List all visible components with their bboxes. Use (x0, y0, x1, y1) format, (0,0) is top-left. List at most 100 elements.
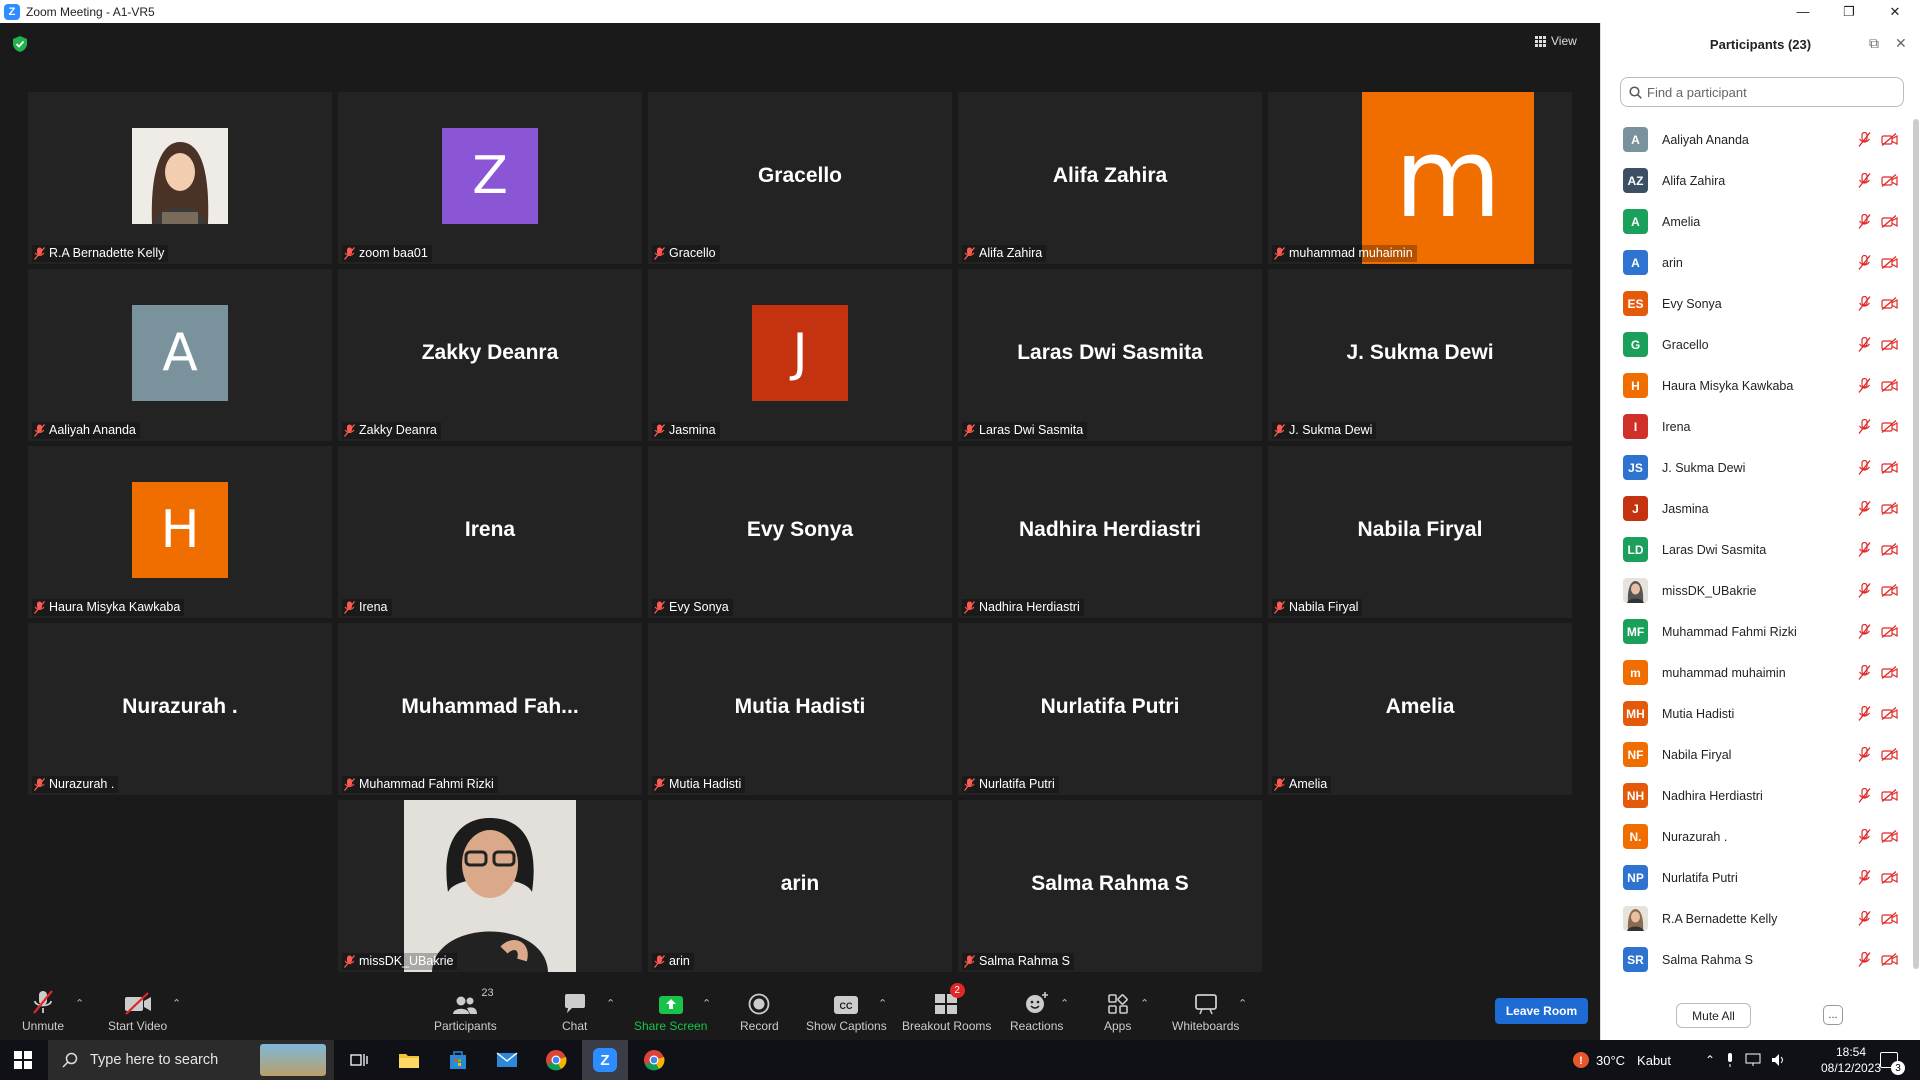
microphone-tray-icon[interactable] (1725, 1052, 1735, 1068)
participant-mic-muted-icon[interactable] (1858, 706, 1871, 721)
participant-video-tile[interactable]: Zzoom baa01 (338, 92, 642, 264)
participant-mic-muted-icon[interactable] (1858, 583, 1871, 598)
taskbar-search-box[interactable]: Type here to search (48, 1040, 334, 1080)
tray-chevron-up-icon[interactable]: ⌃ (1705, 1053, 1715, 1067)
view-button[interactable]: View (1535, 34, 1577, 48)
taskbar-chrome-2[interactable] (631, 1040, 677, 1080)
participant-video-tile[interactable]: Gracello Gracello (648, 92, 952, 264)
share-caret-icon[interactable]: ⌃ (702, 997, 711, 1010)
windows-start-button[interactable] (0, 1040, 46, 1080)
participant-video-tile[interactable]: Nurlatifa Putri Nurlatifa Putri (958, 623, 1262, 795)
minimize-button[interactable]: — (1780, 0, 1826, 23)
volume-icon[interactable] (1771, 1053, 1787, 1067)
mute-all-button[interactable]: Mute All (1676, 1003, 1751, 1028)
participant-row[interactable]: JS J. Sukma Dewi (1601, 447, 1913, 488)
start-video-button[interactable]: Start Video (108, 989, 167, 1033)
audio-options-caret-icon[interactable]: ⌃ (75, 997, 84, 1010)
breakout-rooms-button[interactable]: 2 Breakout Rooms (902, 983, 991, 1033)
chat-button[interactable]: Chat (562, 989, 587, 1033)
participant-row[interactable]: NF Nabila Firyal (1601, 734, 1913, 775)
unmute-button[interactable]: Unmute (22, 989, 64, 1033)
record-button[interactable]: Record (740, 989, 779, 1033)
participant-mic-muted-icon[interactable] (1858, 829, 1871, 844)
reactions-button[interactable]: Reactions (1010, 989, 1063, 1033)
participant-row[interactable]: NP Nurlatifa Putri (1601, 857, 1913, 898)
participant-video-tile[interactable]: Laras Dwi Sasmita Laras Dwi Sasmita (958, 269, 1262, 441)
whiteboards-button[interactable]: Whiteboards (1172, 989, 1239, 1033)
participant-video-tile[interactable]: J. Sukma Dewi J. Sukma Dewi (1268, 269, 1572, 441)
participant-mic-muted-icon[interactable] (1858, 501, 1871, 516)
participant-row[interactable]: missDK_UBakrie (1601, 570, 1913, 611)
participant-row[interactable]: MF Muhammad Fahmi Rizki (1601, 611, 1913, 652)
participant-mic-muted-icon[interactable] (1858, 296, 1871, 311)
taskbar-zoom[interactable]: Z (582, 1040, 628, 1080)
participant-video-tile[interactable]: H Haura Misyka Kawkaba (28, 446, 332, 618)
participant-mic-muted-icon[interactable] (1858, 337, 1871, 352)
apps-button[interactable]: Apps (1104, 989, 1131, 1033)
participant-video-tile[interactable]: Alifa Zahira Alifa Zahira (958, 92, 1262, 264)
participant-row[interactable]: N. Nurazurah . (1601, 816, 1913, 857)
participant-row[interactable]: ES Evy Sonya (1601, 283, 1913, 324)
participant-row[interactable]: I Irena (1601, 406, 1913, 447)
participant-mic-muted-icon[interactable] (1858, 173, 1871, 188)
participant-video-tile[interactable]: Amelia Amelia (1268, 623, 1572, 795)
participant-mic-muted-icon[interactable] (1858, 870, 1871, 885)
taskbar-chrome[interactable] (533, 1040, 579, 1080)
participant-mic-muted-icon[interactable] (1858, 788, 1871, 803)
apps-caret-icon[interactable]: ⌃ (1140, 997, 1149, 1010)
participant-row[interactable]: LD Laras Dwi Sasmita (1601, 529, 1913, 570)
participant-search-input[interactable] (1647, 84, 1887, 100)
participant-video-tile[interactable]: Salma Rahma S Salma Rahma S (958, 800, 1262, 972)
weather-widget[interactable]: ! 30°C Kabut (1572, 1040, 1671, 1080)
participant-video-tile[interactable]: J Jasmina (648, 269, 952, 441)
participant-video-tile[interactable]: Nadhira Herdiastri Nadhira Herdiastri (958, 446, 1262, 618)
taskbar-clock[interactable]: 18:54 08/12/2023 (1818, 1044, 1884, 1076)
participant-search[interactable] (1620, 77, 1904, 107)
taskbar-store[interactable] (435, 1040, 481, 1080)
participant-mic-muted-icon[interactable] (1858, 255, 1871, 270)
task-view-button[interactable] (336, 1040, 382, 1080)
participant-row[interactable]: A Aaliyah Ananda (1601, 119, 1913, 160)
participant-list-scrollbar[interactable] (1913, 119, 1919, 969)
participant-video-tile[interactable]: Zakky Deanra Zakky Deanra (338, 269, 642, 441)
participant-video-tile[interactable]: missDK_UBakrie (338, 800, 642, 972)
participants-button[interactable]: 23 Participants (434, 987, 497, 1033)
participant-row[interactable]: J Jasmina (1601, 488, 1913, 529)
participant-mic-muted-icon[interactable] (1858, 542, 1871, 557)
participant-video-tile[interactable]: R.A Bernadette Kelly (28, 92, 332, 264)
participant-row[interactable]: MH Mutia Hadisti (1601, 693, 1913, 734)
participant-mic-muted-icon[interactable] (1858, 665, 1871, 680)
participant-video-tile[interactable]: Muhammad Fah... Muhammad Fahmi Rizki (338, 623, 642, 795)
participant-mic-muted-icon[interactable] (1858, 460, 1871, 475)
participant-row[interactable]: m muhammad muhaimin (1601, 652, 1913, 693)
participant-video-tile[interactable]: Evy Sonya Evy Sonya (648, 446, 952, 618)
participant-row[interactable]: G Gracello (1601, 324, 1913, 365)
participant-video-tile[interactable]: Nabila Firyal Nabila Firyal (1268, 446, 1572, 618)
participant-video-tile[interactable]: A Aaliyah Ananda (28, 269, 332, 441)
participant-video-tile[interactable]: Mutia Hadisti Mutia Hadisti (648, 623, 952, 795)
participant-row[interactable]: SR Salma Rahma S (1601, 939, 1913, 980)
pop-out-icon[interactable]: ⧉ (1869, 35, 1879, 52)
participant-mic-muted-icon[interactable] (1858, 624, 1871, 639)
participant-row[interactable]: Aarin (1601, 242, 1913, 283)
close-panel-icon[interactable]: ✕ (1895, 35, 1907, 52)
share-screen-button[interactable]: Share Screen (634, 989, 707, 1033)
more-options-button[interactable]: ... (1823, 1005, 1843, 1025)
participant-row[interactable]: NH Nadhira Herdiastri (1601, 775, 1913, 816)
participant-video-tile[interactable]: arin arin (648, 800, 952, 972)
network-icon[interactable] (1745, 1053, 1761, 1067)
participant-mic-muted-icon[interactable] (1858, 419, 1871, 434)
participant-mic-muted-icon[interactable] (1858, 952, 1871, 967)
security-shield-icon[interactable] (13, 36, 27, 52)
participant-video-tile[interactable]: Nurazurah . Nurazurah . (28, 623, 332, 795)
participant-mic-muted-icon[interactable] (1858, 214, 1871, 229)
participant-mic-muted-icon[interactable] (1858, 378, 1871, 393)
close-window-button[interactable]: ✕ (1872, 0, 1918, 23)
participant-row[interactable]: AZ Alifa Zahira (1601, 160, 1913, 201)
participant-row[interactable]: H Haura Misyka Kawkaba (1601, 365, 1913, 406)
video-options-caret-icon[interactable]: ⌃ (172, 997, 181, 1010)
participant-mic-muted-icon[interactable] (1858, 132, 1871, 147)
taskbar-mail[interactable] (484, 1040, 530, 1080)
leave-room-button[interactable]: Leave Room (1495, 998, 1588, 1024)
reactions-caret-icon[interactable]: ⌃ (1060, 997, 1069, 1010)
